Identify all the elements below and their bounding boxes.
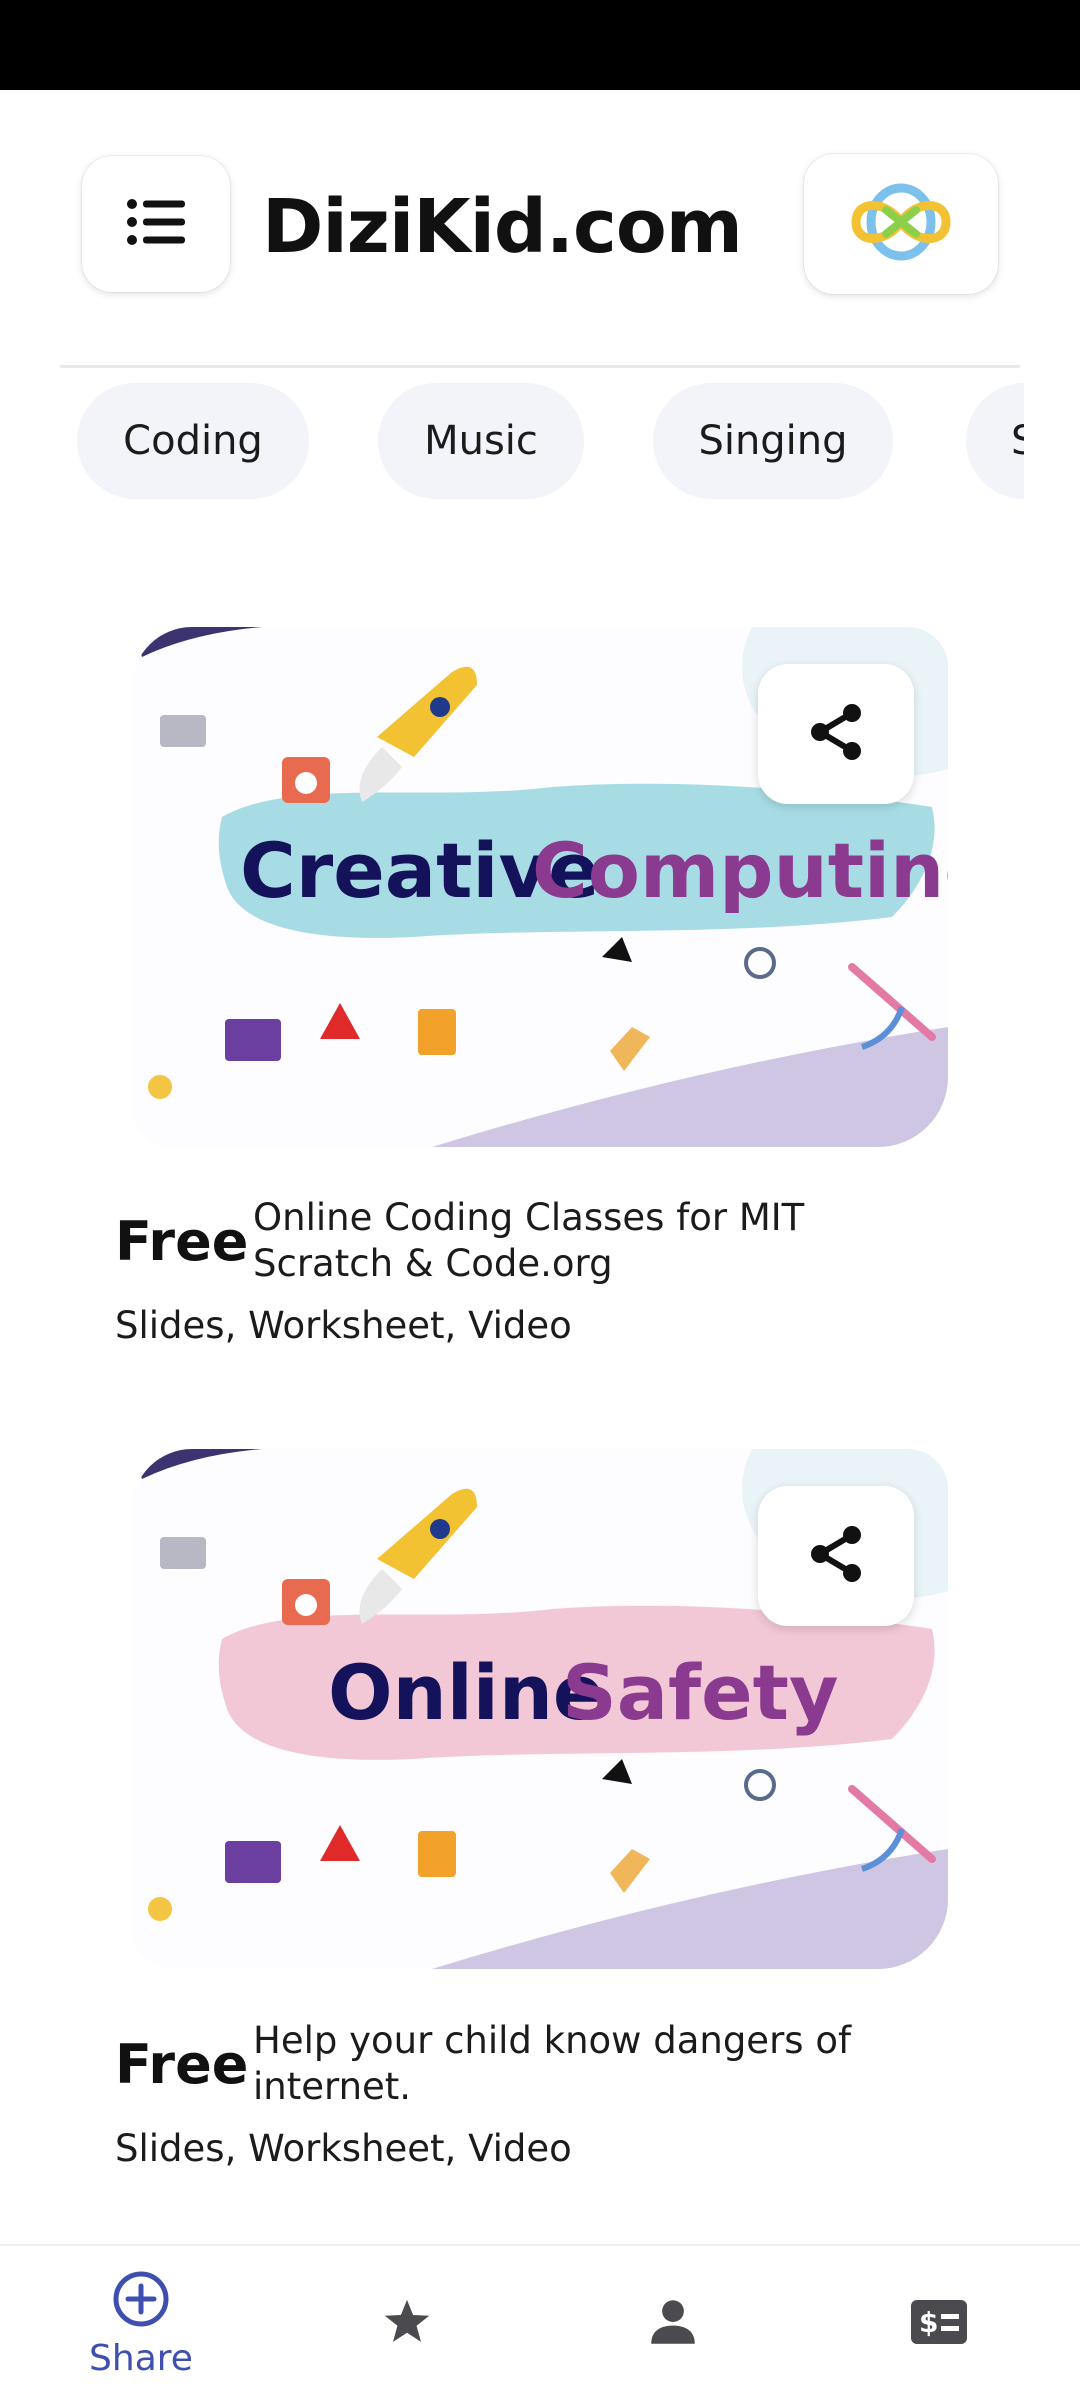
course-price: Free bbox=[115, 1210, 249, 1273]
share-icon bbox=[808, 703, 864, 766]
bottom-navigation: Share $ bbox=[0, 2244, 1080, 2402]
status-bar bbox=[0, 0, 1080, 90]
course-formats: Slides, Worksheet, Video bbox=[115, 2127, 572, 2170]
course-formats: Slides, Worksheet, Video bbox=[115, 1304, 572, 1347]
logo-button[interactable] bbox=[804, 154, 998, 294]
share-button[interactable] bbox=[758, 664, 914, 804]
course-description: Help your child know dangers of internet… bbox=[253, 2019, 851, 2108]
app-title: DiziKid.com bbox=[262, 184, 743, 270]
add-circle-icon bbox=[111, 2269, 171, 2334]
pricing-icon: $ bbox=[909, 2297, 969, 2352]
course-price: Free bbox=[115, 2033, 249, 2096]
chip-partial[interactable]: S bbox=[966, 383, 1024, 499]
nav-share-label: Share bbox=[89, 2338, 193, 2379]
nav-share[interactable]: Share bbox=[6, 2246, 276, 2402]
chip-music[interactable]: Music bbox=[378, 383, 584, 499]
svg-text:$: $ bbox=[919, 2306, 938, 2339]
share-button[interactable] bbox=[758, 1486, 914, 1626]
category-chips: Coding Music Singing S bbox=[60, 383, 1024, 501]
chip-singing[interactable]: Singing bbox=[653, 383, 893, 499]
nav-profile[interactable] bbox=[538, 2246, 808, 2402]
person-icon bbox=[644, 2293, 702, 2356]
star-icon bbox=[379, 2294, 435, 2355]
menu-button[interactable] bbox=[82, 156, 230, 292]
share-icon bbox=[808, 1525, 864, 1588]
list-menu-icon bbox=[127, 198, 185, 250]
chip-coding[interactable]: Coding bbox=[77, 383, 309, 499]
nav-favorites[interactable] bbox=[272, 2246, 542, 2402]
svg-text:Computing: Computing bbox=[532, 826, 948, 915]
header-divider bbox=[60, 365, 1020, 368]
nav-pricing[interactable]: $ bbox=[804, 2246, 1074, 2402]
course-description: Online Coding Classes for MIT Scratch & … bbox=[253, 1196, 805, 1285]
infinity-logo-icon bbox=[846, 182, 956, 267]
svg-text:Safety: Safety bbox=[562, 1648, 839, 1737]
